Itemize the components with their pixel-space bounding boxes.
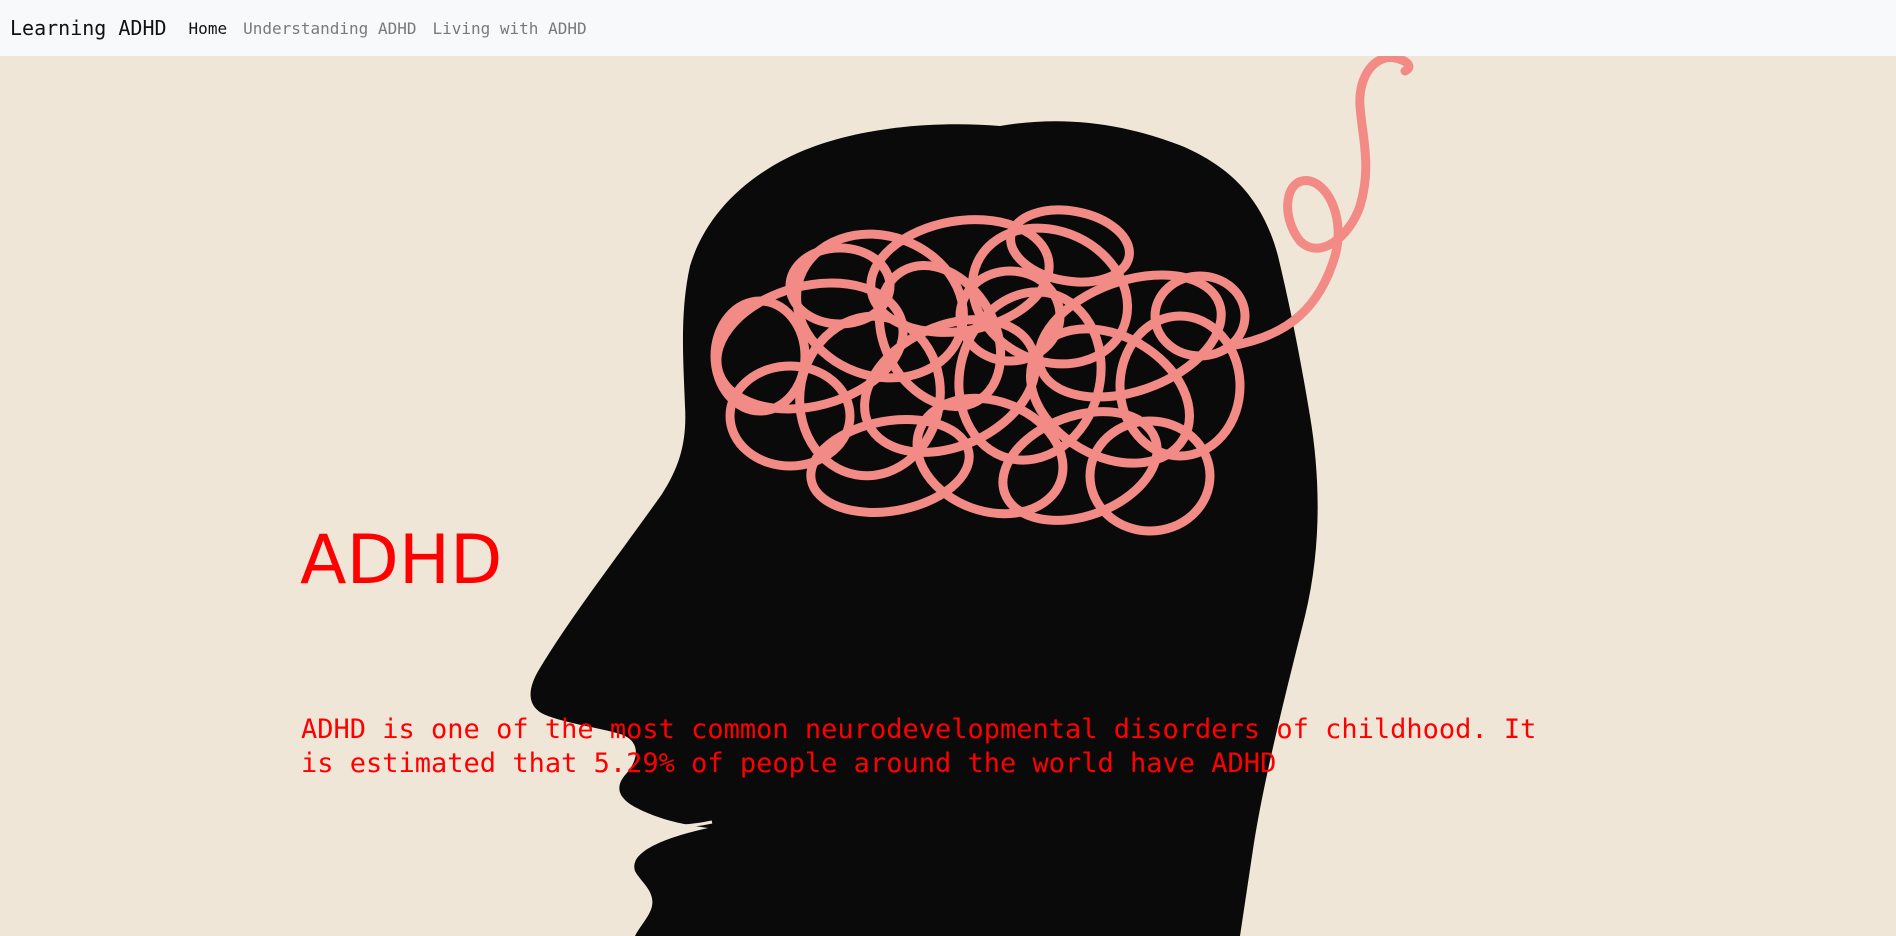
hero-title: ADHD xyxy=(300,521,503,600)
nav-link-home[interactable]: Home xyxy=(181,19,236,38)
navbar: Learning ADHD Home Understanding ADHD Li… xyxy=(0,0,1896,56)
head-silhouette xyxy=(530,121,1318,936)
hero-description-line-2: is estimated that 5.29% of people around… xyxy=(301,748,1277,779)
hero-description-line-1: ADHD is one of the most common neurodeve… xyxy=(301,714,1537,745)
brand-link[interactable]: Learning ADHD xyxy=(10,16,167,40)
nav-links: Home Understanding ADHD Living with ADHD xyxy=(181,19,595,38)
nav-link-living-with-adhd[interactable]: Living with ADHD xyxy=(424,19,594,38)
head-silhouette-illustration xyxy=(530,56,1414,936)
nav-link-understanding-adhd[interactable]: Understanding ADHD xyxy=(235,19,424,38)
hero-description: ADHD is one of the most common neurodeve… xyxy=(301,713,1601,781)
hero-section: ADHD ADHD is one of the most common neur… xyxy=(0,56,1896,936)
